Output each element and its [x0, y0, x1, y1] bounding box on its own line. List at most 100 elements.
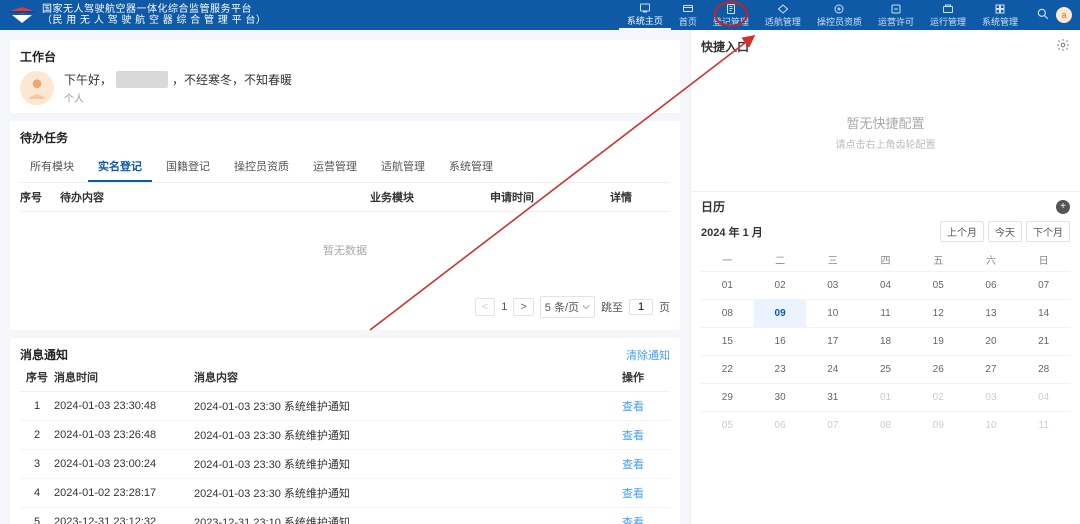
- calendar-title: 日历: [701, 198, 725, 215]
- calendar-day[interactable]: 05: [701, 411, 754, 439]
- calendar-day[interactable]: 06: [754, 411, 807, 439]
- todo-tab-0[interactable]: 所有模块: [20, 152, 84, 182]
- gear-icon[interactable]: [1056, 38, 1070, 55]
- calendar-day[interactable]: 09: [754, 299, 807, 327]
- quick-empty-sub: 请点击右上角齿轮配置: [691, 136, 1080, 151]
- greet-suffix: ，不经寒冬，不知春暖: [172, 71, 292, 88]
- nav-item-0[interactable]: 系统主页: [619, 0, 671, 30]
- calendar-day[interactable]: 05: [912, 271, 965, 299]
- view-link[interactable]: 查看: [622, 459, 644, 471]
- calendar-day[interactable]: 03: [965, 383, 1018, 411]
- user-avatar[interactable]: a: [1056, 7, 1072, 23]
- calendar-day[interactable]: 06: [965, 271, 1018, 299]
- nav-item-5[interactable]: 运营许可: [870, 0, 922, 30]
- nav-item-6[interactable]: 运行管理: [922, 0, 974, 30]
- calendar-day[interactable]: 04: [859, 271, 912, 299]
- quick-empty-title: 暂无快捷配置: [691, 113, 1080, 132]
- todo-next-page[interactable]: >: [513, 298, 533, 316]
- calendar-day[interactable]: 02: [912, 383, 965, 411]
- nav-icon-7: [994, 3, 1006, 15]
- todo-tab-3[interactable]: 操控员资质: [224, 152, 299, 182]
- calendar-day[interactable]: 01: [859, 383, 912, 411]
- calendar-day[interactable]: 10: [965, 411, 1018, 439]
- calendar-add-button[interactable]: +: [1056, 200, 1070, 214]
- todo-page-size[interactable]: 5 条/页: [540, 296, 595, 318]
- calendar-day[interactable]: 26: [912, 355, 965, 383]
- th-content: 待办内容: [60, 189, 370, 205]
- cal-today[interactable]: 今天: [988, 221, 1022, 242]
- calendar-day[interactable]: 25: [859, 355, 912, 383]
- calendar-day[interactable]: 15: [701, 327, 754, 355]
- calendar-day[interactable]: 19: [912, 327, 965, 355]
- cell-content: 2023-12-31 23:10 系统维护通知: [194, 514, 622, 524]
- calendar-day[interactable]: 04: [1017, 383, 1070, 411]
- todo-page-size-label: 5 条/页: [545, 299, 579, 315]
- notice-card: 消息通知 清除通知 序号 消息时间 消息内容 操作 12024-01-03 23…: [10, 338, 680, 524]
- calendar-day[interactable]: 30: [754, 383, 807, 411]
- user-role: 个人: [64, 90, 292, 105]
- calendar-day[interactable]: 17: [806, 327, 859, 355]
- todo-jump-input[interactable]: [629, 299, 653, 315]
- top-nav: 系统主页首页登记管理适航管理 操控员资质运营许可运行管理系统管理: [619, 0, 1026, 30]
- calendar-day[interactable]: 27: [965, 355, 1018, 383]
- nav-item-2[interactable]: 登记管理: [705, 0, 757, 30]
- calendar-day[interactable]: 14: [1017, 299, 1070, 327]
- view-link[interactable]: 查看: [622, 401, 644, 413]
- calendar-week-row: 05060708091011: [701, 411, 1070, 439]
- calendar-day[interactable]: 07: [1017, 271, 1070, 299]
- greet-username-masked: [116, 71, 168, 88]
- weekday-cell: 三: [806, 248, 859, 271]
- cell-content: 2024-01-03 23:30 系统维护通知: [194, 456, 622, 472]
- nav-item-3[interactable]: 适航管理: [757, 0, 809, 30]
- topbar-right: a: [1026, 7, 1072, 24]
- view-link[interactable]: 查看: [622, 517, 644, 524]
- calendar-day[interactable]: 20: [965, 327, 1018, 355]
- view-link[interactable]: 查看: [622, 430, 644, 442]
- todo-tab-5[interactable]: 适航管理: [371, 152, 435, 182]
- cell-content: 2024-01-03 23:30 系统维护通知: [194, 398, 622, 414]
- todo-tab-2[interactable]: 国籍登记: [156, 152, 220, 182]
- todo-prev-page[interactable]: <: [475, 298, 495, 316]
- calendar-day[interactable]: 11: [1017, 411, 1070, 439]
- weekday-cell: 四: [859, 248, 912, 271]
- calendar-day[interactable]: 02: [754, 271, 807, 299]
- calendar-day[interactable]: 24: [806, 355, 859, 383]
- nav-item-1[interactable]: 首页: [671, 0, 705, 30]
- calendar-day[interactable]: 07: [806, 411, 859, 439]
- cal-next-month[interactable]: 下个月: [1026, 221, 1070, 242]
- calendar-day[interactable]: 31: [806, 383, 859, 411]
- nav-item-7[interactable]: 系统管理: [974, 0, 1026, 30]
- clear-notice-link[interactable]: 清除通知: [626, 347, 670, 363]
- calendar-day[interactable]: 22: [701, 355, 754, 383]
- nav-item-4[interactable]: 操控员资质: [809, 0, 870, 30]
- calendar-day[interactable]: 23: [754, 355, 807, 383]
- search-icon[interactable]: [1036, 7, 1050, 24]
- calendar-day[interactable]: 13: [965, 299, 1018, 327]
- calendar-day[interactable]: 09: [912, 411, 965, 439]
- calendar-day[interactable]: 03: [806, 271, 859, 299]
- nav-label: 操控员资质: [817, 15, 862, 28]
- nav-icon-6: [942, 3, 954, 15]
- cell-index: 2: [20, 429, 54, 441]
- calendar-day[interactable]: 28: [1017, 355, 1070, 383]
- calendar-day[interactable]: 10: [806, 299, 859, 327]
- todo-tab-1[interactable]: 实名登记: [88, 152, 152, 182]
- calendar-day[interactable]: 18: [859, 327, 912, 355]
- view-link[interactable]: 查看: [622, 488, 644, 500]
- todo-tab-6[interactable]: 系统管理: [439, 152, 503, 182]
- workbench-card: 工作台 下午好， ，不经寒冬，不知春暖 个人: [10, 40, 680, 113]
- todo-tab-4[interactable]: 运营管理: [303, 152, 367, 182]
- calendar-day[interactable]: 08: [701, 299, 754, 327]
- calendar-day[interactable]: 12: [912, 299, 965, 327]
- calendar-day[interactable]: 11: [859, 299, 912, 327]
- notice-row: 52023-12-31 23:12:322023-12-31 23:10 系统维…: [20, 508, 670, 524]
- calendar-day[interactable]: 21: [1017, 327, 1070, 355]
- nav-label: 适航管理: [765, 15, 801, 28]
- calendar-day[interactable]: 16: [754, 327, 807, 355]
- calendar-day[interactable]: 08: [859, 411, 912, 439]
- calendar-day[interactable]: 29: [701, 383, 754, 411]
- calendar-day[interactable]: 01: [701, 271, 754, 299]
- cal-prev-month[interactable]: 上个月: [940, 221, 984, 242]
- cell-content: 2024-01-03 23:30 系统维护通知: [194, 485, 622, 501]
- nth-content: 消息内容: [194, 369, 622, 385]
